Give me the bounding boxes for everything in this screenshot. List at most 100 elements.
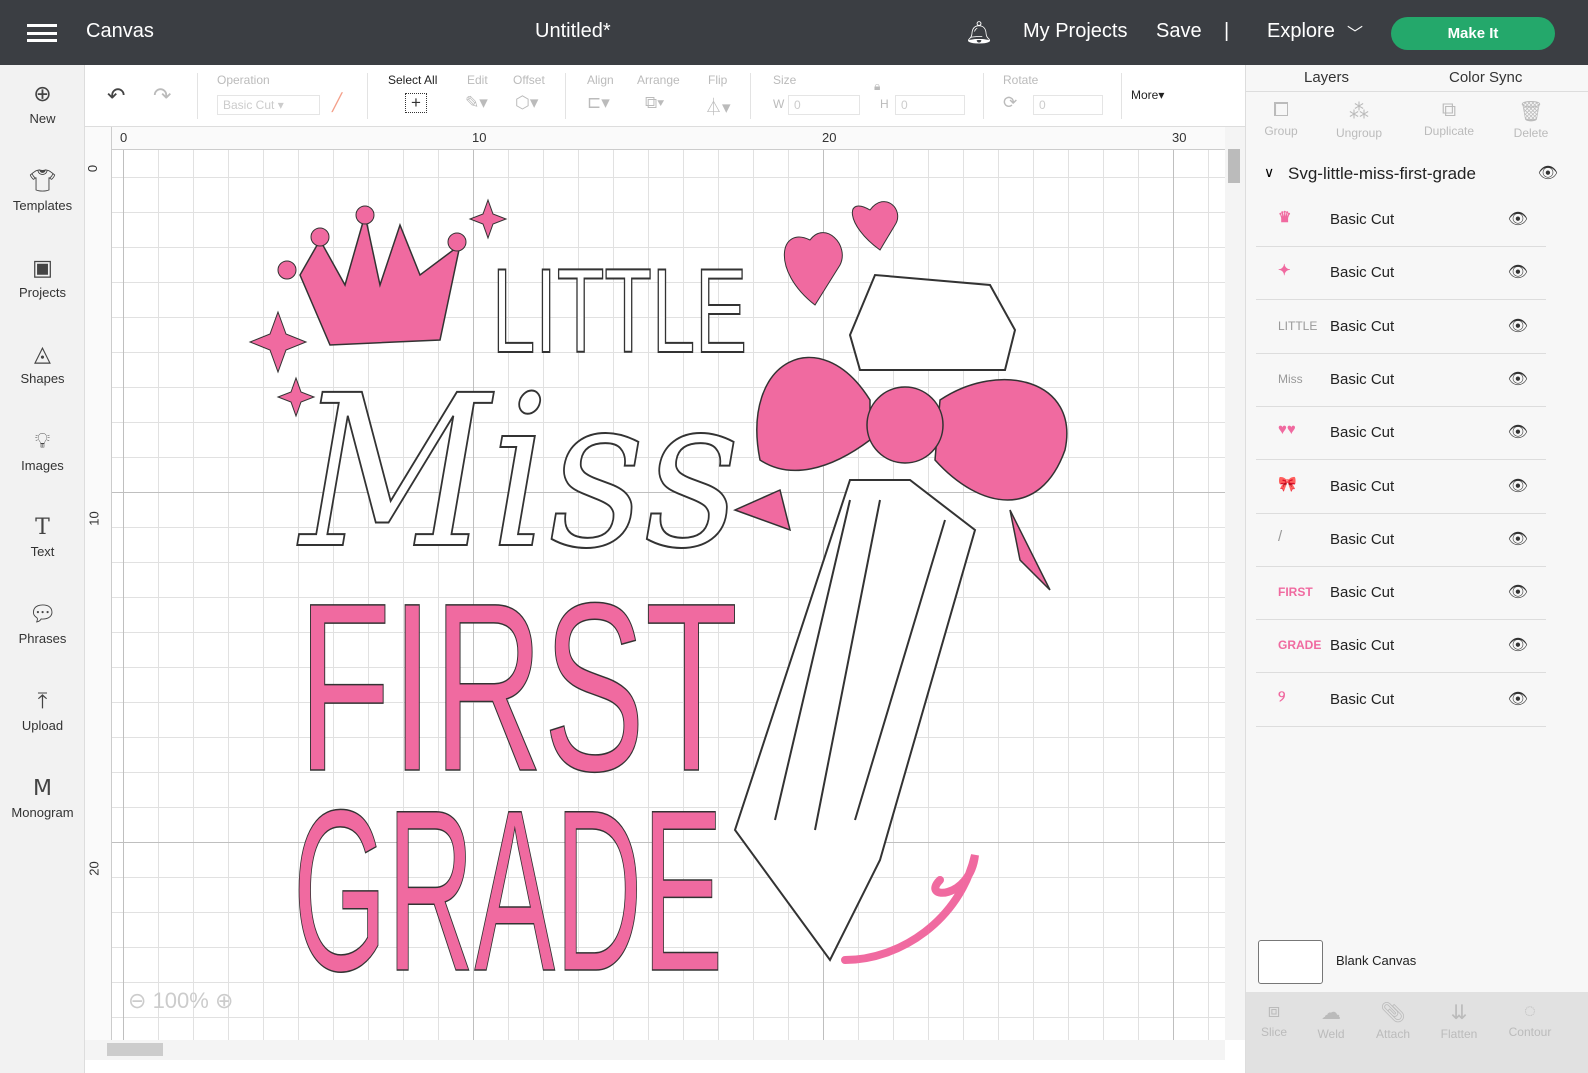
layers-panel: Layers Color Sync ⧠ Group ⁂ Ungroup ⧉ Dupli…: [1245, 65, 1588, 1073]
slice-button[interactable]: ⧈ Slice: [1244, 1000, 1304, 1039]
divider: [1246, 91, 1588, 92]
operation-label: Operation: [217, 73, 270, 87]
height-input[interactable]: 0: [895, 95, 965, 115]
pencil-eraser: [848, 273, 1017, 371]
chevron-down-icon[interactable]: ﹀: [1347, 20, 1363, 44]
ungroup-button[interactable]: ⁂ Ungroup: [1329, 99, 1389, 140]
rotate-input[interactable]: 0: [1033, 95, 1103, 115]
canvas-grid[interactable]: LITTLE Miss FIRST GRADE: [112, 150, 1225, 1040]
undo-icon[interactable]: ↶: [107, 83, 125, 109]
eye-icon[interactable]: 👁︎: [1508, 529, 1528, 549]
tab-color-sync[interactable]: Color Sync: [1449, 69, 1522, 86]
sidebar-item-phrases[interactable]: 💬︎ Phrases: [0, 601, 85, 646]
eye-icon[interactable]: 👁︎: [1508, 262, 1528, 282]
sidebar-item-new[interactable]: ⊕ New: [0, 81, 85, 126]
tab-layers[interactable]: Layers: [1304, 69, 1349, 86]
action-label: Slice: [1260, 1025, 1287, 1039]
rotate-label: Rotate: [1003, 73, 1039, 87]
layer-item[interactable]: 🎀 Basic Cut 👁︎: [1256, 461, 1546, 514]
action-label: Delete: [1513, 126, 1549, 140]
eye-icon[interactable]: 👁︎: [1508, 476, 1528, 496]
eye-icon[interactable]: 👁︎: [1508, 422, 1528, 442]
bell-icon[interactable]: 🔔︎: [965, 20, 993, 46]
layer-thumbnail: ♛: [1278, 209, 1292, 226]
layer-group[interactable]: ∨ Svg-little-miss-first-grade 👁︎: [1256, 160, 1566, 188]
plus-circle-icon: ⊕: [33, 81, 52, 106]
sparkle: [468, 198, 508, 240]
width-input[interactable]: 0: [788, 95, 860, 115]
layer-item[interactable]: Miss Basic Cut 👁︎: [1256, 354, 1546, 407]
layer-item[interactable]: LITTLE Basic Cut 👁︎: [1256, 301, 1546, 354]
divider: [750, 73, 751, 119]
contour-button[interactable]: ◌ Contour: [1500, 1000, 1560, 1039]
blank-canvas-swatch[interactable]: [1258, 940, 1323, 984]
ruler-label: 30: [1172, 130, 1187, 145]
divider: [983, 73, 984, 119]
speech-icon: 💬︎: [28, 601, 57, 626]
layer-item[interactable]: ♛ Basic Cut 👁︎: [1256, 194, 1546, 247]
sidebar-label: Shapes: [20, 371, 65, 386]
scroll-thumb[interactable]: [107, 1043, 163, 1056]
layer-label: Basic Cut: [1330, 637, 1395, 655]
lock-icon[interactable]: 🔒︎: [874, 79, 880, 94]
eye-icon[interactable]: 👁︎: [1508, 689, 1528, 709]
save-button[interactable]: Save: [1156, 20, 1202, 43]
layer-item[interactable]: GRADE Basic Cut 👁︎: [1256, 620, 1546, 674]
layer-item[interactable]: ♥♥ Basic Cut 👁︎: [1256, 407, 1546, 461]
layer-item[interactable]: ୨ Basic Cut 👁︎: [1256, 674, 1546, 727]
delete-button[interactable]: 🗑︎ Delete: [1501, 99, 1561, 140]
layer-thumbnail: ✦: [1278, 262, 1291, 280]
horizontal-scrollbar[interactable]: [85, 1040, 1225, 1060]
eye-icon[interactable]: 👁︎: [1508, 582, 1528, 602]
sidebar-item-templates[interactable]: 👕︎ Templates: [0, 168, 85, 213]
make-it-button[interactable]: Make It: [1391, 17, 1555, 50]
sidebar-item-upload[interactable]: ⤒ Upload: [0, 688, 85, 733]
zoom-in-icon[interactable]: ⊕: [215, 988, 233, 1013]
scroll-thumb[interactable]: [1228, 149, 1240, 183]
eye-icon[interactable]: 👁︎: [1538, 163, 1558, 183]
sidebar-item-shapes[interactable]: ◬ Shapes: [0, 341, 85, 386]
eye-icon[interactable]: 👁︎: [1508, 635, 1528, 655]
more-menu[interactable]: More▾: [1131, 88, 1164, 102]
edit-icon[interactable]: ✎▾: [465, 93, 488, 113]
group-name: Svg-little-miss-first-grade: [1288, 164, 1476, 183]
eye-icon[interactable]: 👁︎: [1508, 316, 1528, 336]
rotate-value: 0: [1039, 98, 1046, 112]
attach-button[interactable]: 📎︎ Attach: [1363, 1000, 1423, 1041]
layer-thumbnail: LITTLE: [1278, 318, 1318, 333]
flip-icon[interactable]: ⏃▾: [705, 93, 731, 118]
ruler-label: 10: [86, 511, 102, 526]
sidebar-item-text[interactable]: T Text: [0, 515, 85, 559]
flatten-button[interactable]: ⇊ Flatten: [1429, 1000, 1489, 1041]
align-icon[interactable]: ⊏▾: [587, 93, 610, 113]
sidebar-item-monogram[interactable]: Ⅿ Monogram: [0, 775, 85, 820]
layer-label: Basic Cut: [1330, 264, 1395, 282]
group-button[interactable]: ⧠ Group: [1251, 99, 1311, 138]
top-bar: Canvas Untitled* 🔔︎ My Projects Save | E…: [0, 0, 1588, 65]
arrange-icon[interactable]: ⧉▾: [645, 93, 664, 113]
vertical-scrollbar[interactable]: [1225, 127, 1245, 1040]
design[interactable]: LITTLE Miss FIRST GRADE: [112, 150, 1225, 1040]
weld-button[interactable]: ☁︎ Weld: [1301, 1000, 1361, 1041]
my-projects-link[interactable]: My Projects: [1023, 20, 1127, 43]
explore-menu[interactable]: Explore: [1267, 20, 1335, 43]
offset-icon[interactable]: ⬡▾: [515, 93, 538, 113]
layer-item[interactable]: ✦ Basic Cut 👁︎: [1256, 247, 1546, 301]
layer-item[interactable]: FIRST Basic Cut 👁︎: [1256, 567, 1546, 621]
operation-select[interactable]: Basic Cut ▾: [217, 95, 320, 115]
duplicate-button[interactable]: ⧉ Duplicate: [1419, 99, 1479, 138]
eye-icon[interactable]: 👁︎: [1508, 209, 1528, 229]
layer-item[interactable]: / Basic Cut 👁︎: [1256, 514, 1546, 567]
chevron-down-icon[interactable]: ∨: [1264, 164, 1274, 181]
redo-icon[interactable]: ↷: [153, 83, 171, 109]
pen-color-icon[interactable]: ╱: [332, 93, 342, 113]
slice-icon: ⧈: [1267, 1000, 1281, 1022]
arrange-label: Arrange: [637, 73, 680, 87]
menu-icon[interactable]: [27, 24, 57, 42]
select-all-button[interactable]: +: [405, 93, 427, 113]
sidebar-item-images[interactable]: 💡︎ Images: [0, 428, 85, 473]
eye-icon[interactable]: 👁︎: [1508, 369, 1528, 389]
sidebar-item-projects[interactable]: ▣ Projects: [0, 255, 85, 300]
divider: [1121, 73, 1122, 119]
zoom-out-icon[interactable]: ⊖: [128, 988, 146, 1013]
